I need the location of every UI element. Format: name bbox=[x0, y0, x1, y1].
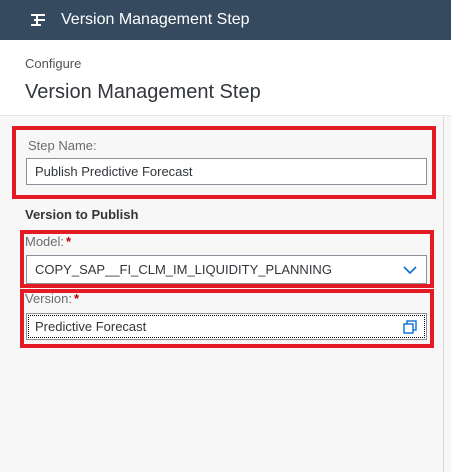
section-title: Version to Publish bbox=[25, 207, 139, 222]
panel-divider bbox=[443, 117, 444, 472]
highlight-box-step-name bbox=[12, 126, 436, 199]
highlight-box-model bbox=[20, 230, 434, 288]
dialog-titlebar: Version Management Step bbox=[0, 0, 451, 40]
dialog-title: Version Management Step bbox=[61, 11, 250, 28]
process-steps-icon bbox=[30, 12, 46, 28]
header-subtitle: Configure bbox=[25, 56, 82, 71]
page-title: Version Management Step bbox=[25, 81, 261, 103]
highlight-box-version bbox=[20, 289, 434, 348]
page-header: Configure Version Management Step bbox=[0, 40, 451, 116]
